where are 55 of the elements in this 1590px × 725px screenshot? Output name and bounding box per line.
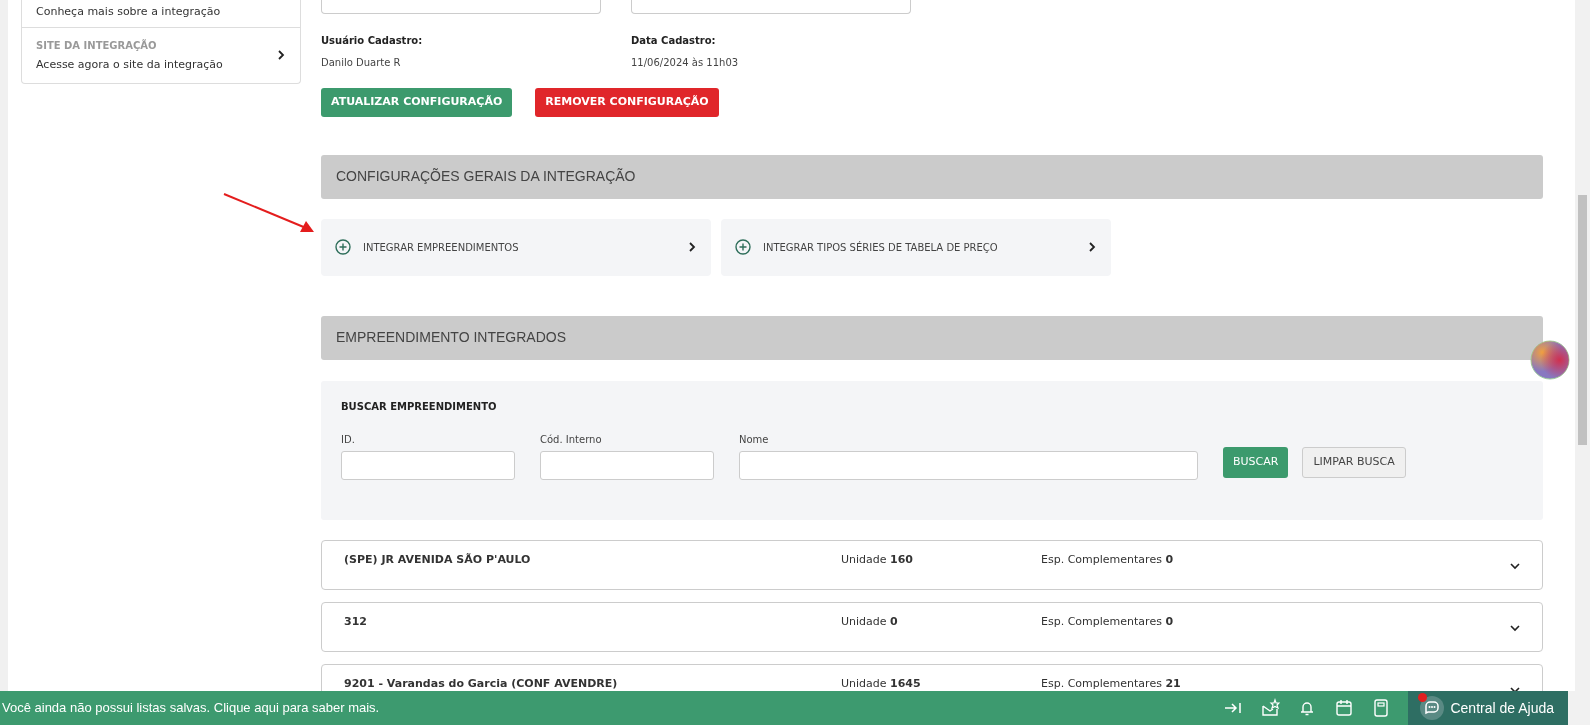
extras-count: 0 (1165, 614, 1174, 628)
unit-label: Unidade (841, 614, 888, 628)
field-label: Cód. Interno (540, 432, 603, 447)
input-field[interactable] (540, 450, 714, 480)
sidebar-item[interactable]: Conheça mais sobre a integração (22, 0, 300, 27)
chevron-right-icon (1087, 242, 1097, 252)
chevron-right-icon (687, 242, 697, 252)
extras-label: Esp. Complementares (1041, 676, 1163, 690)
help-button[interactable]: Central de Ajuda (1408, 691, 1568, 725)
extras-count: 21 (1165, 676, 1181, 690)
info-value: 11/06/2024 às 11h03 (631, 56, 740, 70)
option-card[interactable]: INTEGRAR EMPREENDIMENTOS (321, 218, 711, 276)
list-row[interactable]: 312 Unidade 0 Esp. Complementares 0 (321, 601, 1543, 652)
unit-label: Unidade (841, 676, 888, 690)
chevron-right-icon (276, 50, 286, 61)
sidebar-item[interactable]: SITE DA INTEGRAÇÃO Acesse agora o site da integração (22, 26, 300, 83)
extras-label: Esp. Complementares (1041, 552, 1163, 566)
calendar-icon[interactable] (1334, 698, 1355, 718)
section-header: EMPREENDIMENTO INTEGRADOS (321, 315, 1543, 360)
chevron-down-icon (1510, 622, 1520, 633)
info-label: Data Cadastro: (631, 34, 717, 48)
unit-count: 160 (890, 552, 914, 566)
chevron-down-icon (1510, 560, 1520, 571)
input-field[interactable] (739, 450, 1198, 480)
search-button[interactable]: LIMPAR BUSCA (1302, 447, 1406, 478)
info-label: Usuário Cadastro: (321, 34, 424, 48)
unit-label: Unidade (841, 552, 888, 566)
list-row[interactable]: (SPE) JR AVENIDA SÃO P'AULO Unidade 160 Esp. Complementares 0 (321, 539, 1543, 590)
chevron-down-icon (1510, 684, 1520, 691)
info-value: Danilo Duarte R (321, 56, 402, 70)
extras-count: 0 (1165, 552, 1174, 566)
floating-assistant-icon[interactable] (1530, 340, 1570, 380)
option-card[interactable]: INTEGRAR TIPOS SÉRIES DE TABELA DE PREÇO (721, 218, 1111, 276)
chat-icon (1420, 696, 1445, 720)
sidebar-item-subtitle: Conheça mais sobre a integração (36, 4, 221, 20)
extras-label: Esp. Complementares (1041, 614, 1163, 628)
row-name: (SPE) JR AVENIDA SÃO P'AULO (344, 551, 532, 568)
sidebar-item-subtitle: Acesse agora o site da integração (36, 56, 223, 73)
row-name: 9201 - Varandas do Garcia (CONF AVENDRE) (344, 675, 619, 691)
input-field[interactable] (631, 0, 911, 14)
section-header: CONFIGURAÇÕES GERAIS DA INTEGRAÇÃO (321, 154, 1543, 199)
input-field[interactable] (341, 450, 515, 480)
mail-star-icon[interactable] (1260, 698, 1281, 718)
field-label: ID. (341, 432, 356, 447)
unit-count: 0 (890, 614, 898, 628)
plus-circle-icon (335, 239, 351, 255)
select-field[interactable] (321, 0, 601, 14)
row-name: 312 (344, 613, 368, 630)
field-label: Nome (739, 432, 770, 447)
action-button[interactable]: REMOVER CONFIGURAÇÃO (535, 88, 719, 117)
search-title: BUSCAR EMPREENDIMENTO (341, 399, 498, 414)
plus-circle-icon (735, 239, 751, 255)
unit-count: 1645 (890, 676, 921, 690)
sidebar-item-title: SITE DA INTEGRAÇÃO (36, 38, 158, 53)
scrollbar-thumb[interactable] (1578, 195, 1587, 445)
